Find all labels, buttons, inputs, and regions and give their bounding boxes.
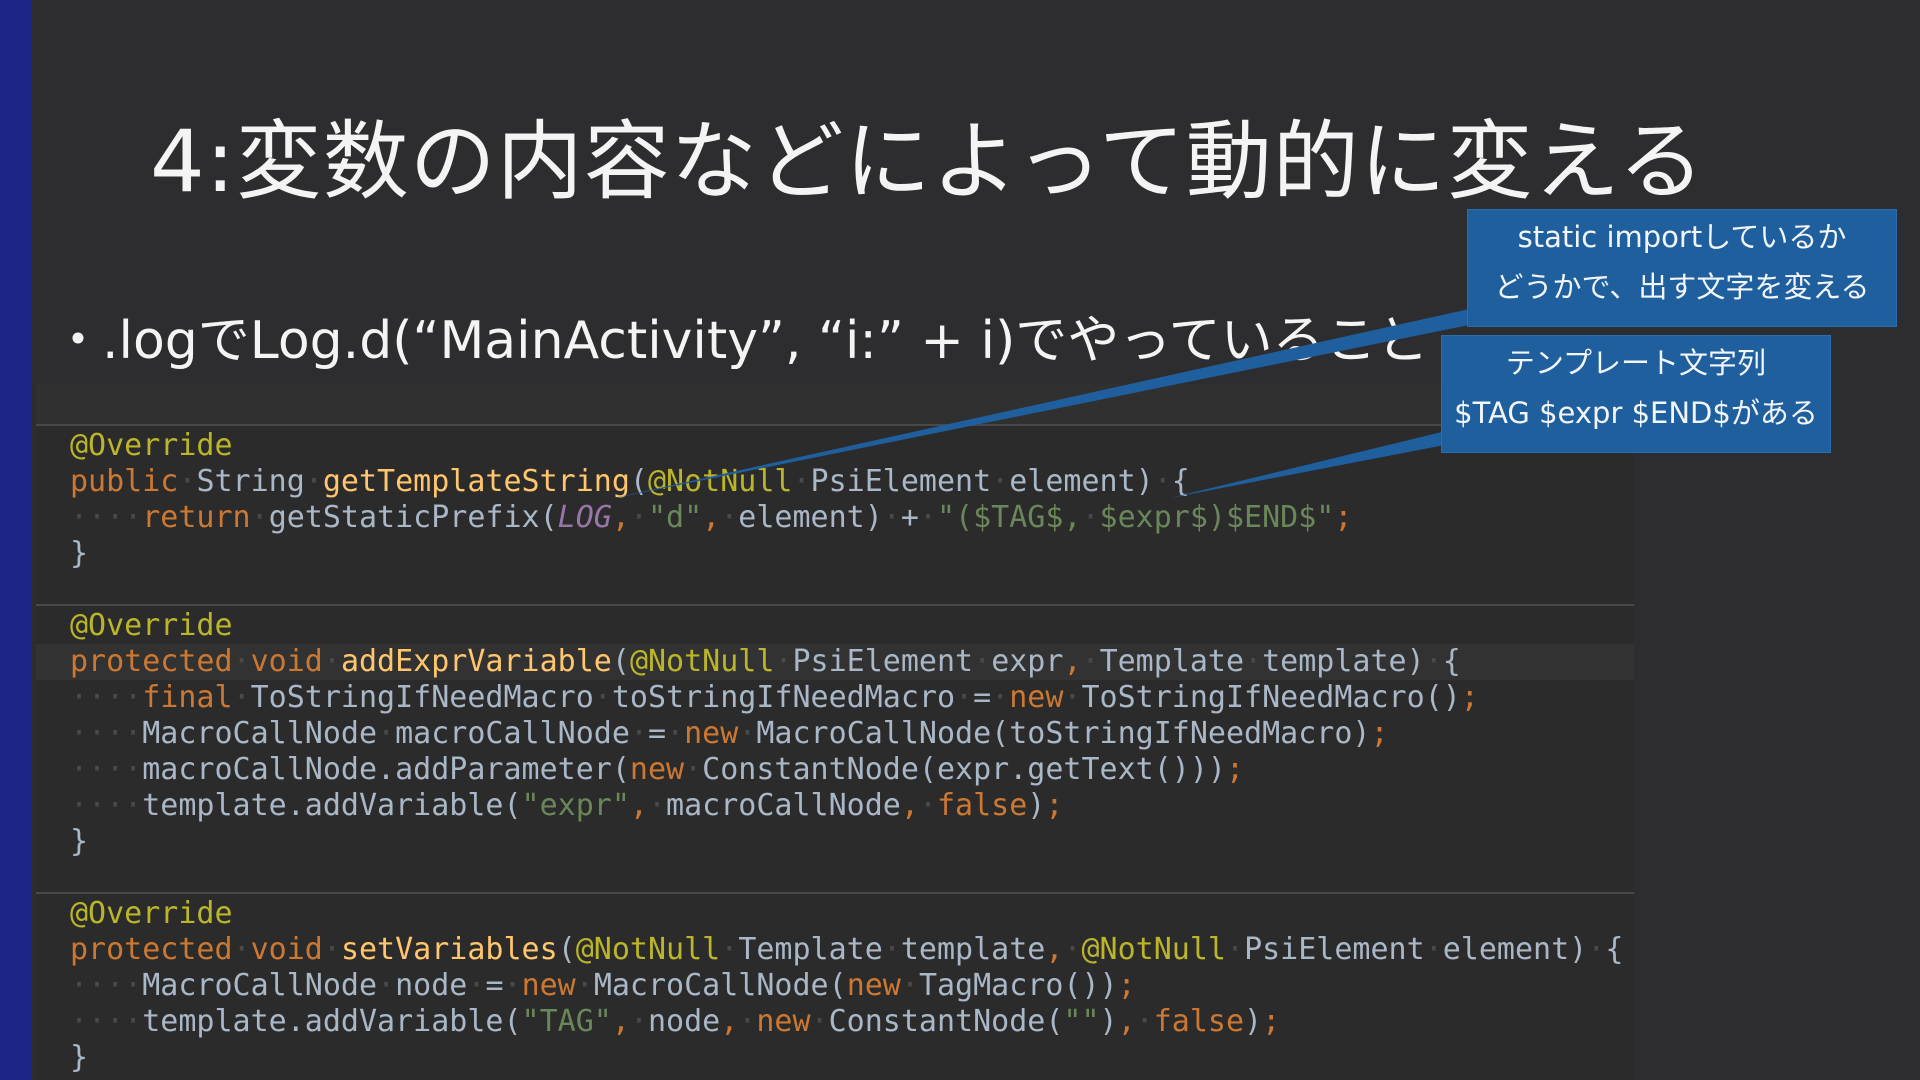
callout-line: どうかで、出す文字を変える [1494, 270, 1870, 304]
callout-pointer-2 [1170, 430, 1450, 498]
callout-line: static importしているか [1517, 220, 1847, 254]
callout-pointer-1 [605, 308, 1474, 500]
callout-line: テンプレート文字列 [1505, 346, 1767, 380]
callout-static-import: static importしているか どうかで、出す文字を変える [1468, 210, 1896, 326]
callout-line: $TAG $expr $END$がある [1454, 396, 1818, 430]
callout-pointers [605, 308, 1474, 500]
callout-template-string: テンプレート文字列 $TAG $expr $END$がある [1442, 336, 1830, 452]
